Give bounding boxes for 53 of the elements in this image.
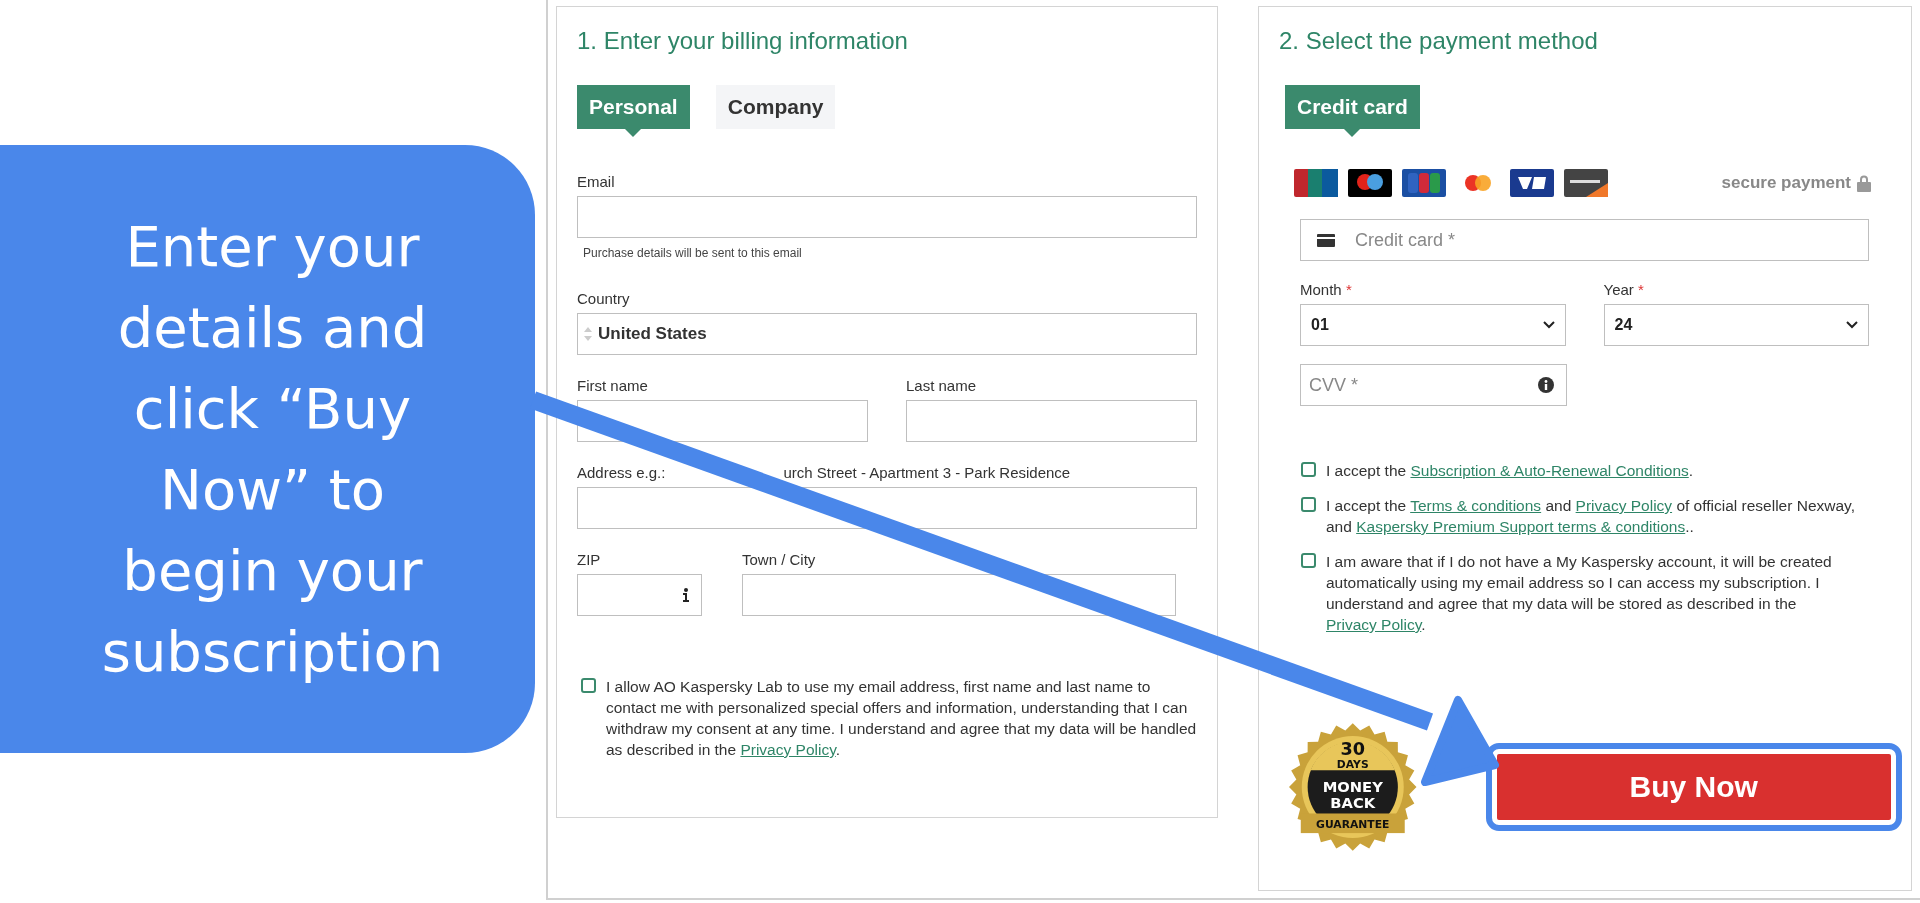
field-label: Year * [1603,281,1644,298]
card-logo-icon [1564,169,1608,197]
consent-text: I allow AO Kaspersky Lab to use my email address, first name and last name to contact me with personalized special offers and information, understanding that I can withdraw my consent at any time. I understand and agree that my data will be handled as described in the Privacy Policy. [606,677,1197,760]
tab-pointer [625,129,642,137]
card-logo-icon [1510,169,1554,197]
card-logo-icon [1348,169,1392,197]
field-label: ZIP [577,551,601,568]
email-field[interactable] [577,196,1197,238]
section-title: 1. Enter your billing information [577,27,909,55]
field-label: Email [577,173,615,190]
sort-icon [584,326,592,342]
policy-link[interactable]: Privacy Policy [1575,497,1673,514]
address-field[interactable] [577,487,1197,529]
policy-link[interactable]: Kaspersky Premium Support terms & conditions [1356,518,1686,535]
card-number-field[interactable]: Credit card * [1300,219,1869,261]
chevron-down-icon [1542,321,1555,329]
policy-link[interactable]: Privacy Policy [740,741,836,758]
money-back-badge: 30 DAYS MONEY BACK GUARANTEE [1289,722,1417,852]
card-logo-icon [1402,169,1446,197]
section-title: 2. Select the payment method [1279,27,1599,55]
field-label: Month * [1300,281,1352,298]
consent-text: I accept the Subscription & Auto-Renewal Conditions. [1326,461,1694,481]
callout-text: Enter your details and click “Buy Now” to begin your subscription [100,213,444,686]
field-label: First name [577,377,648,394]
tab[interactable]: Company [715,85,836,129]
secure-label: secure payment [1721,173,1851,193]
info-icon [683,588,689,602]
field-label: Address e.g.: [577,464,666,481]
dropdown[interactable]: 24 [1603,304,1869,346]
consent-text: I accept the Terms & conditions and Privacy Policy of official reseller Nexway, and Kaspersky Premium Support terms & conditions.. [1326,496,1856,537]
lock-icon [1857,174,1871,192]
card-logo-icon [1294,169,1338,197]
checkbox[interactable] [1301,497,1316,512]
info-icon [1538,377,1554,393]
text-field[interactable] [577,574,702,616]
field-label: Last name [906,377,977,394]
checkbox[interactable] [581,678,596,693]
tab-pointer [1344,129,1361,137]
cvv-field[interactable]: CVV * [1300,364,1567,406]
policy-link[interactable]: Subscription & Auto-Renewal Conditions [1410,462,1689,479]
checkbox[interactable] [1301,553,1316,568]
country-select[interactable]: United States [577,313,1197,355]
field-label: Country [577,290,630,307]
checkbox[interactable] [1301,462,1316,477]
dropdown[interactable]: 01 [1300,304,1566,346]
text-field[interactable] [906,400,1197,442]
field-label: urch Street - Apartment 3 - Park Residence [783,464,1071,481]
field-hint: Purchase details will be sent to this email [583,246,802,260]
consent-text: I am aware that if I do not have a My Kaspersky account, it will be created automatically using my email address so I can access my subscription. I understand and agree that my data will be stored as described in the Privacy Policy. [1326,552,1833,635]
field-label: Town / City [742,551,816,568]
chevron-down-icon [1846,321,1858,329]
policy-link[interactable]: Terms & conditions [1410,497,1542,514]
card-icon [1317,233,1335,247]
